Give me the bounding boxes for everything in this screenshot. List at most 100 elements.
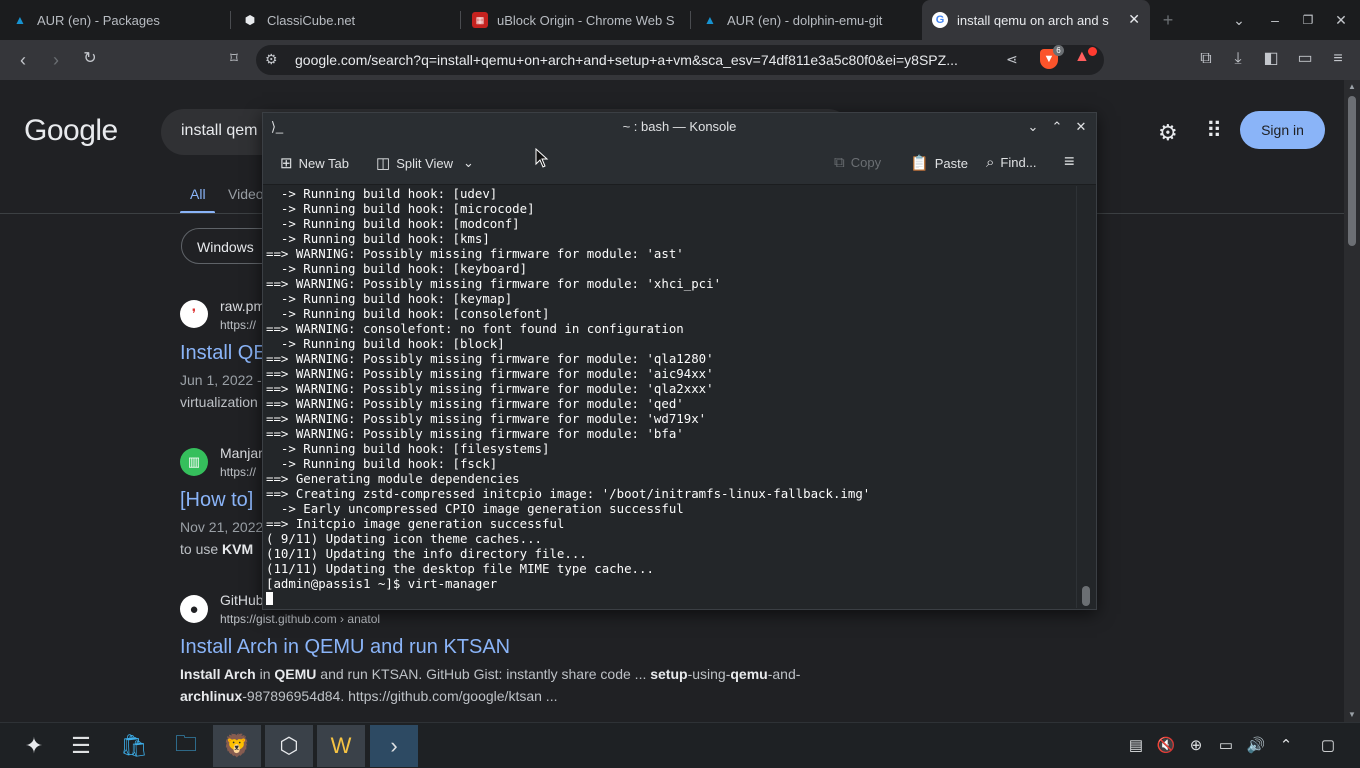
- github-favicon-icon: ●: [180, 595, 208, 623]
- reload-icon[interactable]: ↻: [80, 49, 100, 69]
- result-title-link[interactable]: Install QE: [180, 342, 267, 365]
- terminal-line: -> Running build hook: [modconf]: [266, 216, 520, 231]
- result-site-name: Manjar: [220, 445, 263, 461]
- new-tab-label: New Tab: [298, 155, 349, 171]
- terminal-line: -> Early uncompressed CPIO image generat…: [266, 501, 684, 516]
- notification-dot: [1088, 47, 1097, 56]
- paste-button[interactable]: 📋 Paste: [910, 154, 968, 172]
- terminal-line: (10/11) Updating the info directory file…: [266, 546, 587, 561]
- konsole-title: ~ : bash — Konsole: [622, 119, 737, 134]
- browser-tab-aur-packages[interactable]: ▲ AUR (en) - Packages: [12, 0, 222, 40]
- minimize-window-icon[interactable]: –: [1265, 10, 1285, 30]
- konsole-titlebar[interactable]: ⟩_ ~ : bash — Konsole ⌄ ⌃ ✕: [263, 113, 1096, 141]
- konsole-icon[interactable]: ›: [370, 725, 418, 767]
- scroll-down-icon[interactable]: ▼: [1348, 710, 1356, 719]
- copy-button[interactable]: ⧉ Copy: [834, 154, 881, 171]
- application-launcher-icon[interactable]: ✦: [10, 725, 58, 767]
- result-url: https://gist.github.com › anatol: [220, 612, 381, 626]
- tab-videos[interactable]: Video: [228, 186, 264, 202]
- menu-hamburger-icon[interactable]: ≡: [1328, 49, 1348, 69]
- cube-icon: ⬢: [244, 13, 256, 27]
- virt-manager-icon[interactable]: ⬡: [265, 725, 313, 767]
- scroll-up-icon[interactable]: ▲: [1348, 82, 1356, 91]
- system-settings-icon[interactable]: ☰: [57, 725, 105, 767]
- tab-title: AUR (en) - dolphin-emu-git: [727, 12, 883, 28]
- site-info-icon[interactable]: ⚙: [265, 51, 278, 68]
- browser-tab-aur-dolphin[interactable]: ▲ AUR (en) - dolphin-emu-git: [702, 0, 912, 40]
- page-scrollbar-thumb[interactable]: [1348, 96, 1356, 246]
- snippet-bold: KVM: [222, 541, 254, 557]
- result-site-name: raw.pm: [220, 298, 266, 314]
- split-view-label: Split View: [396, 155, 454, 171]
- chrome-web-store-icon: ▦: [472, 12, 488, 28]
- raw-pm-favicon-icon: ❜: [180, 300, 208, 328]
- address-bar[interactable]: ⚙ google.com/search?q=install+qemu+on+ar…: [256, 45, 1104, 75]
- browser-tab-ublock[interactable]: ▦ uBlock Origin - Chrome Web S: [472, 0, 682, 40]
- close-icon[interactable]: ✕: [1071, 117, 1091, 137]
- google-apps-grid-icon[interactable]: ⠿: [1206, 118, 1222, 144]
- copy-icon: ⧉: [834, 154, 845, 171]
- terminal-output[interactable]: -> Running build hook: [udev] -> Running…: [266, 186, 1076, 608]
- back-arrow-icon[interactable]: ‹: [13, 50, 33, 70]
- search-query[interactable]: install qem: [181, 122, 257, 140]
- terminal-scrollbar[interactable]: [1076, 186, 1094, 608]
- w-app-icon[interactable]: W: [317, 725, 365, 767]
- tab-search-chevron-icon[interactable]: ⌄: [1229, 10, 1249, 30]
- snippet-text: in: [255, 666, 275, 682]
- share-icon[interactable]: ⋖: [1006, 51, 1018, 68]
- close-tab-icon[interactable]: ✕: [1128, 11, 1140, 28]
- tab-divider: [230, 11, 231, 29]
- sidebar-icon[interactable]: ◧: [1261, 49, 1281, 69]
- terminal-line: -> Running build hook: [microcode]: [266, 201, 535, 216]
- mouse-pointer-icon: [535, 148, 549, 168]
- find-label: Find...: [1000, 155, 1037, 170]
- snippet-bold: Install Arch: [180, 666, 256, 682]
- brave-browser-icon[interactable]: 🦁: [213, 725, 261, 767]
- result-title-link[interactable]: [How to]: [180, 489, 253, 512]
- new-tab-button[interactable]: ⊞ New Tab: [280, 154, 349, 172]
- tray-expand-chevron-icon[interactable]: ⌃: [1276, 736, 1296, 756]
- network-icon[interactable]: ⊕: [1186, 736, 1206, 756]
- audio-icon[interactable]: 🔊: [1246, 736, 1266, 756]
- snippet-bold: archlinux: [180, 688, 243, 704]
- restore-window-icon[interactable]: ❐: [1298, 10, 1318, 30]
- url-text[interactable]: google.com/search?q=install+qemu+on+arch…: [295, 52, 995, 68]
- find-button[interactable]: ⌕ Find...: [986, 154, 1037, 171]
- wallet-icon[interactable]: ▭: [1295, 49, 1315, 69]
- terminal-scrollbar-thumb[interactable]: [1082, 586, 1090, 606]
- browser-tab-google-search[interactable]: G install qemu on arch and s ✕: [922, 0, 1150, 40]
- split-view-button[interactable]: ◫ Split View ⌄: [376, 154, 474, 172]
- discover-store-icon[interactable]: 🛍: [110, 725, 158, 767]
- volume-muted-icon[interactable]: 🔇: [1156, 736, 1176, 756]
- minimize-chevron-icon[interactable]: ⌄: [1023, 117, 1043, 137]
- tab-all[interactable]: All: [190, 186, 206, 202]
- hamburger-menu-icon[interactable]: ≡: [1064, 151, 1075, 172]
- terminal-line: (11/11) Updating the desktop file MIME t…: [266, 561, 654, 576]
- shields-count-badge: 6: [1053, 45, 1064, 56]
- file-manager-icon[interactable]: 🗀: [162, 725, 210, 767]
- result-snippet-line: archlinux-987896954d84. https://github.c…: [180, 688, 557, 704]
- extensions-icon[interactable]: ⧉: [1196, 49, 1216, 69]
- new-tab-button[interactable]: +: [1158, 10, 1178, 30]
- download-icon[interactable]: ⤓: [1228, 49, 1248, 69]
- browser-tab-classicube[interactable]: ⬢ ClassiCube.net: [242, 0, 452, 40]
- result-title-link[interactable]: Install Arch in QEMU and run KTSAN: [180, 636, 510, 659]
- manjaro-favicon-icon: ▥: [180, 448, 208, 476]
- show-desktop-icon[interactable]: ▢: [1318, 736, 1338, 756]
- terminal-line: ==> WARNING: consolefont: no font found …: [266, 321, 684, 336]
- terminal-line: ( 9/11) Updating icon theme caches...: [266, 531, 543, 546]
- display-icon[interactable]: ▭: [1216, 736, 1236, 756]
- terminal-line: -> Running build hook: [keyboard]: [266, 261, 528, 276]
- bookmark-icon[interactable]: ⌑: [224, 49, 244, 69]
- terminal-line: -> Running build hook: [keymap]: [266, 291, 513, 306]
- maximize-chevron-icon[interactable]: ⌃: [1047, 117, 1067, 137]
- forward-arrow-icon[interactable]: ›: [46, 50, 66, 70]
- close-window-icon[interactable]: ✕: [1331, 10, 1351, 30]
- settings-gear-icon[interactable]: ⚙: [1158, 120, 1178, 146]
- tab-title: install qemu on arch and s: [957, 12, 1109, 28]
- clipboard-icon[interactable]: ▤: [1126, 736, 1146, 756]
- taskbar: ✦ ☰ 🛍 🗀 🦁 ⬡ W › ▤ 🔇 ⊕ ▭ 🔊 ⌃ ▢: [0, 722, 1360, 768]
- sign-in-button[interactable]: Sign in: [1240, 111, 1325, 149]
- google-logo[interactable]: Google: [24, 114, 118, 148]
- arch-icon: ▲: [14, 13, 26, 27]
